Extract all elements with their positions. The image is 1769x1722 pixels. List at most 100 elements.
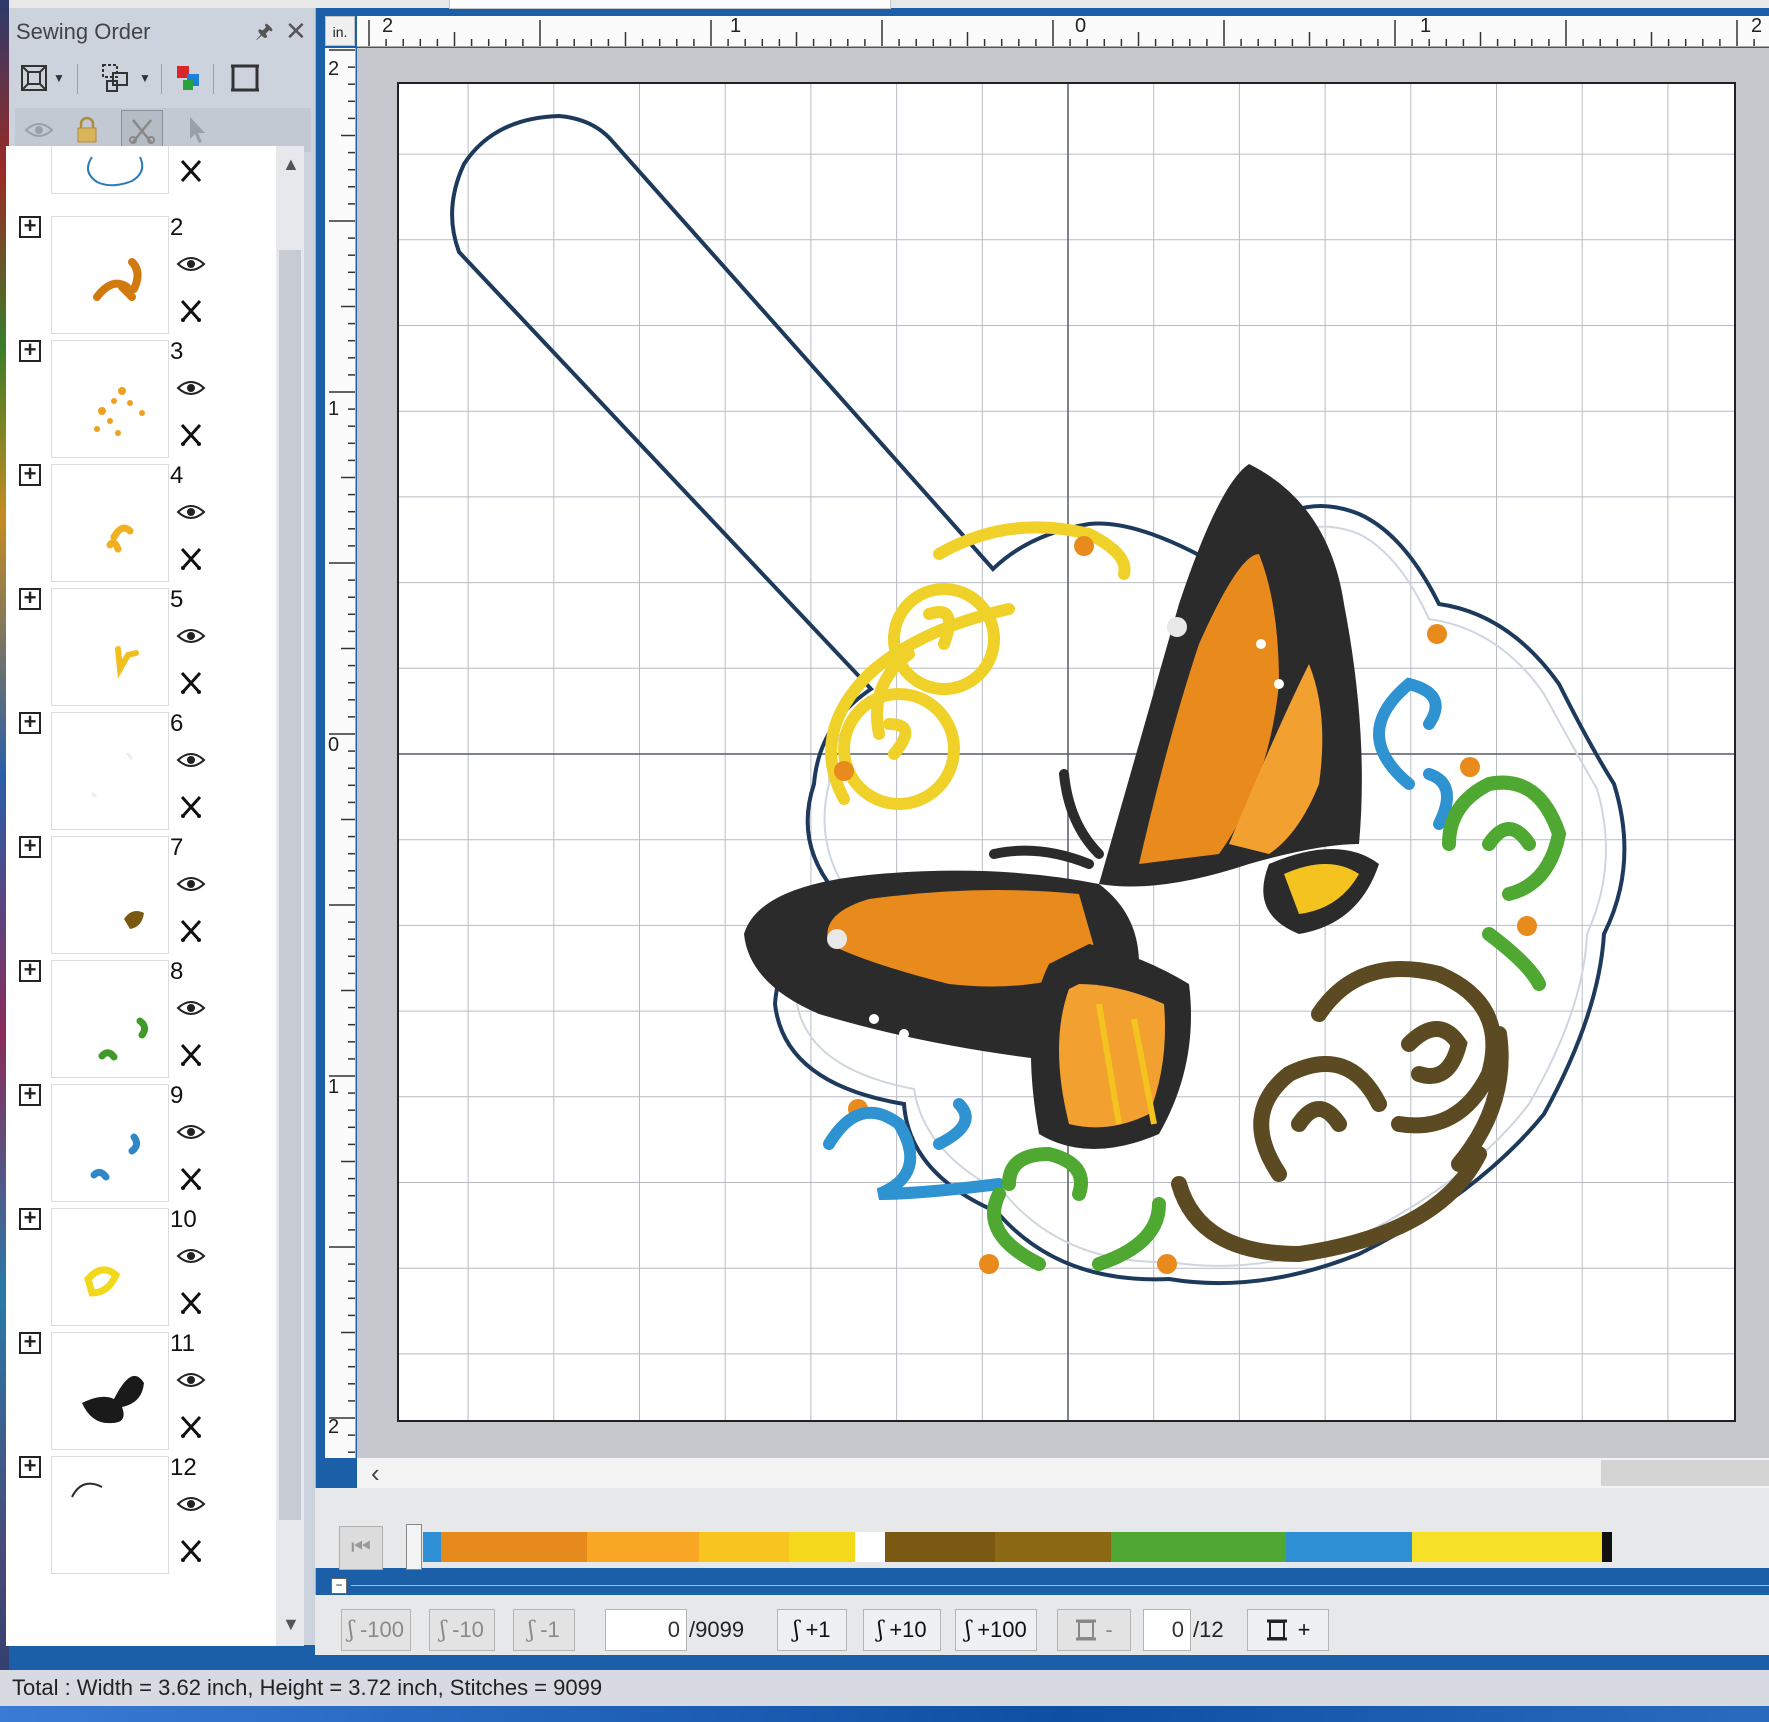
scissors-icon[interactable] xyxy=(178,1414,204,1445)
color-sort-button[interactable] xyxy=(173,58,205,98)
color-segments[interactable] xyxy=(423,1532,1612,1562)
eye-icon[interactable] xyxy=(176,1122,206,1147)
chevron-down-icon[interactable]: ▼ xyxy=(53,71,65,85)
forward-10-button[interactable]: ʃ +10 xyxy=(863,1609,941,1651)
scissors-icon[interactable] xyxy=(178,298,204,329)
expand-icon[interactable]: + xyxy=(19,215,41,238)
color-segment[interactable] xyxy=(423,1532,441,1562)
expand-icon[interactable]: + xyxy=(19,1083,41,1106)
eye-icon[interactable] xyxy=(176,378,206,403)
lock-icon xyxy=(77,116,97,143)
list-item[interactable]: +2 xyxy=(6,202,276,342)
eye-icon[interactable] xyxy=(176,502,206,527)
expand-icon[interactable]: + xyxy=(19,463,41,486)
scroll-left-icon[interactable]: ‹ xyxy=(371,1458,380,1489)
expand-icon[interactable]: + xyxy=(19,835,41,858)
hoop-button[interactable] xyxy=(229,58,261,98)
scissors-icon[interactable] xyxy=(178,1290,204,1321)
list-item[interactable] xyxy=(6,146,276,202)
scissors-icon[interactable] xyxy=(178,794,204,825)
list-item[interactable]: +3 xyxy=(6,326,276,466)
color-segment[interactable] xyxy=(789,1532,855,1562)
eye-icon[interactable] xyxy=(176,254,206,279)
show-all-button[interactable] xyxy=(19,110,59,150)
horizontal-scrollbar[interactable]: ‹ xyxy=(357,1458,1769,1488)
item-number: 9 xyxy=(170,1082,184,1109)
color-number-input[interactable]: 0 xyxy=(1143,1609,1191,1651)
list-item[interactable]: +11 xyxy=(6,1318,276,1458)
color-segment[interactable] xyxy=(995,1532,1111,1562)
back-100-button[interactable]: ʃ -100 xyxy=(341,1609,411,1651)
sewing-order-list[interactable]: +2 +3 +4 +5 +6 +7 +8 +9 +10 +11 +12 xyxy=(6,146,276,1646)
hoop-canvas[interactable] xyxy=(397,82,1736,1422)
scissors-icon[interactable] xyxy=(178,422,204,453)
scissors-icon[interactable] xyxy=(178,670,204,701)
scroll-up-icon[interactable]: ▲ xyxy=(282,154,300,175)
collapse-icon[interactable]: − xyxy=(331,1578,347,1594)
scrollbar-thumb[interactable] xyxy=(279,250,301,1520)
select-button[interactable] xyxy=(177,110,217,150)
scissors-icon[interactable] xyxy=(178,918,204,949)
ruler-label: 1 xyxy=(328,398,340,420)
color-segment[interactable] xyxy=(1286,1532,1412,1562)
eye-icon[interactable] xyxy=(176,626,206,651)
color-segment[interactable] xyxy=(885,1532,995,1562)
back-1-button[interactable]: ʃ -1 xyxy=(513,1609,575,1651)
list-item[interactable]: +5 xyxy=(6,574,276,714)
list-item[interactable]: +4 xyxy=(6,450,276,590)
expand-icon[interactable]: + xyxy=(19,1455,41,1478)
lock-button[interactable] xyxy=(67,110,107,150)
expand-icon[interactable]: + xyxy=(19,587,41,610)
expand-icon[interactable]: + xyxy=(19,1331,41,1354)
list-item[interactable]: +9 xyxy=(6,1070,276,1210)
eye-icon[interactable] xyxy=(176,1494,206,1519)
pin-icon[interactable]: 🖈 xyxy=(255,16,274,48)
color-segment[interactable] xyxy=(855,1532,885,1562)
list-item[interactable]: +12 xyxy=(6,1442,276,1582)
color-segment[interactable] xyxy=(1412,1532,1602,1562)
eye-icon[interactable] xyxy=(176,1370,206,1395)
zoom-fit-button[interactable]: ▼ xyxy=(19,58,65,98)
go-to-start-button[interactable]: ⏮ xyxy=(339,1526,383,1570)
list-item[interactable]: +10 xyxy=(6,1194,276,1334)
eye-icon[interactable] xyxy=(176,874,206,899)
scissors-icon[interactable] xyxy=(178,546,204,577)
eye-icon[interactable] xyxy=(176,998,206,1023)
list-item[interactable]: +6 xyxy=(6,698,276,838)
list-scrollbar[interactable]: ▲ ▼ xyxy=(276,146,304,1646)
thumbnail-preview xyxy=(93,258,142,301)
list-item[interactable]: +7 xyxy=(6,822,276,962)
chevron-down-icon[interactable]: ▼ xyxy=(139,71,151,85)
previous-color-button[interactable]: - xyxy=(1057,1609,1131,1651)
eye-icon[interactable] xyxy=(176,1246,206,1271)
color-segment[interactable] xyxy=(587,1532,699,1562)
next-color-button[interactable]: + xyxy=(1247,1609,1329,1651)
embroidery-design[interactable] xyxy=(399,84,1736,1422)
color-segment[interactable] xyxy=(699,1532,789,1562)
color-segment[interactable] xyxy=(441,1532,587,1562)
expand-icon[interactable]: + xyxy=(19,1207,41,1230)
scissors-icon[interactable] xyxy=(178,1538,204,1569)
stitch-number-input[interactable]: 0 xyxy=(605,1609,687,1651)
color-segment[interactable] xyxy=(1602,1532,1612,1562)
eye-icon[interactable] xyxy=(176,750,206,775)
scissors-icon[interactable] xyxy=(178,158,204,189)
color-segment[interactable] xyxy=(1111,1532,1286,1562)
list-item[interactable]: +8 xyxy=(6,946,276,1086)
item-thumbnail xyxy=(51,1332,169,1450)
scissors-icon[interactable] xyxy=(178,1042,204,1073)
group-button[interactable]: ▼ xyxy=(101,58,151,98)
scissors-icon[interactable] xyxy=(178,1166,204,1197)
forward-1-button[interactable]: ʃ +1 xyxy=(777,1609,847,1651)
horizontal-scrollbar-thumb[interactable] xyxy=(1601,1460,1769,1486)
close-icon[interactable]: ✕ xyxy=(285,15,307,47)
document-tab[interactable] xyxy=(449,0,891,9)
scroll-down-icon[interactable]: ▼ xyxy=(282,1614,300,1635)
expand-icon[interactable]: + xyxy=(19,339,41,362)
item-thumbnail xyxy=(51,836,169,954)
expand-icon[interactable]: + xyxy=(19,959,41,982)
back-10-button[interactable]: ʃ -10 xyxy=(429,1609,495,1651)
stitch-slider-handle[interactable] xyxy=(406,1524,422,1570)
forward-100-button[interactable]: ʃ +100 xyxy=(955,1609,1037,1651)
expand-icon[interactable]: + xyxy=(19,711,41,734)
